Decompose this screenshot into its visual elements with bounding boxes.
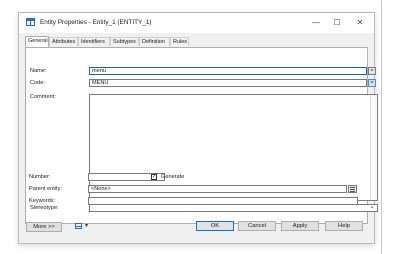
ok-button[interactable]: OK <box>196 221 234 231</box>
keywords-label: Keywords: <box>29 198 56 204</box>
tab-identifiers[interactable]: Identifiers <box>78 37 110 46</box>
tab-definition[interactable]: Definition <box>139 37 170 46</box>
keywords-input[interactable] <box>88 197 358 205</box>
tab-attributes[interactable]: Attributes <box>49 37 78 46</box>
comment-scrollbar[interactable] <box>370 95 377 200</box>
tab-subtypes[interactable]: Subtypes <box>110 37 139 46</box>
close-button[interactable]: ✕ <box>351 16 369 30</box>
code-input[interactable]: MENU <box>89 79 367 87</box>
generate-checkbox[interactable]: ✓ <box>151 174 157 180</box>
window-title: Entity Properties - Entity_1 (ENTITY_1) <box>40 19 152 26</box>
stereotype-combobox[interactable]: ⌄ <box>89 204 378 212</box>
window-app-icon <box>26 18 35 26</box>
parent-entity-field: <None> <box>88 185 347 193</box>
generate-label: Generate <box>161 174 185 180</box>
background-divider <box>381 0 382 254</box>
parent-entity-label: Parent entity: <box>29 186 62 192</box>
cancel-button[interactable]: Cancel <box>238 221 276 231</box>
minimize-button[interactable]: — <box>307 16 325 30</box>
check-icon: ✓ <box>152 174 157 180</box>
code-equals-button[interactable]: = <box>368 79 376 87</box>
code-label: Code: <box>30 80 45 86</box>
properties-icon[interactable] <box>348 185 357 193</box>
number-label: Number: <box>29 174 51 180</box>
entity-properties-dialog: Entity Properties - Entity_1 (ENTITY_1) … <box>18 12 378 244</box>
stereotype-label: Stereotype: <box>30 205 59 211</box>
name-equals-button[interactable]: = <box>368 67 376 75</box>
maximize-button[interactable]: ☐ <box>328 16 346 30</box>
name-input[interactable]: menu <box>89 67 367 75</box>
tab-rules[interactable]: Rules <box>170 37 189 46</box>
help-button[interactable]: Help <box>325 221 363 231</box>
title-bar: Entity Properties - Entity_1 (ENTITY_1) … <box>19 13 374 33</box>
name-label: Name: <box>30 68 47 74</box>
print-dropdown-arrow[interactable]: ▾ <box>85 222 88 229</box>
tab-general[interactable]: General <box>25 36 49 47</box>
more-button[interactable]: More >> <box>26 222 62 232</box>
chevron-down-icon[interactable]: ⌄ <box>369 205 375 210</box>
comment-label: Comment: <box>30 94 56 100</box>
apply-button[interactable]: Apply <box>281 221 319 231</box>
print-icon[interactable] <box>74 222 83 231</box>
